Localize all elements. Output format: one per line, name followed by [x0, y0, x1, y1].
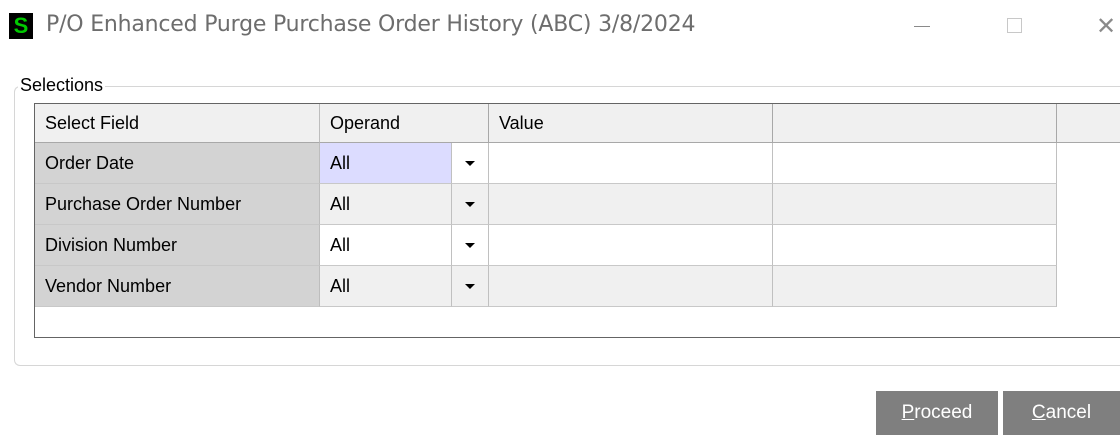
extra-value-field[interactable]: [773, 266, 1057, 307]
minimize-icon[interactable]: [902, 8, 942, 44]
operand-dropdown-button[interactable]: [452, 225, 489, 266]
column-header-blank[interactable]: [773, 104, 1057, 143]
value-field[interactable]: [489, 225, 773, 266]
title-bar: S P/O Enhanced Purge Purchase Order Hist…: [0, 0, 1120, 52]
proceed-button[interactable]: Proceed: [876, 391, 998, 435]
value-field[interactable]: [489, 184, 773, 225]
selections-group-label: Selections: [18, 75, 106, 96]
value-field[interactable]: [489, 266, 773, 307]
chevron-down-icon: [465, 161, 475, 166]
chevron-down-icon: [465, 243, 475, 248]
value-field[interactable]: [489, 143, 773, 184]
column-header-operand[interactable]: Operand: [320, 104, 489, 143]
operand-dropdown-button[interactable]: [452, 266, 489, 307]
operand-select[interactable]: All: [320, 266, 452, 307]
cancel-button[interactable]: Cancel: [1003, 391, 1120, 435]
extra-value-field[interactable]: [773, 225, 1057, 266]
column-header-filler: [1057, 104, 1120, 143]
extra-value-field[interactable]: [773, 184, 1057, 225]
window-title: P/O Enhanced Purge Purchase Order Histor…: [46, 12, 696, 37]
operand-select[interactable]: All: [320, 225, 452, 266]
cancel-label: ancel: [1045, 402, 1092, 423]
cancel-mnemonic: C: [1031, 402, 1046, 423]
operand-dropdown-button[interactable]: [452, 143, 489, 184]
column-header-value[interactable]: Value: [489, 104, 773, 143]
maximize-icon[interactable]: [994, 8, 1034, 44]
proceed-mnemonic: P: [901, 402, 915, 423]
row-select-field[interactable]: Vendor Number: [35, 266, 320, 307]
operand-select[interactable]: All: [320, 143, 452, 184]
selections-grid: Select Field Operand Value Order Date Al…: [34, 103, 1120, 338]
proceed-label: roceed: [914, 402, 973, 423]
row-select-field[interactable]: Purchase Order Number: [35, 184, 320, 225]
close-icon[interactable]: ✕: [1086, 8, 1120, 44]
chevron-down-icon: [465, 284, 475, 289]
extra-value-field[interactable]: [773, 143, 1057, 184]
column-header-select-field[interactable]: Select Field: [35, 104, 320, 143]
operand-select[interactable]: All: [320, 184, 452, 225]
app-logo-icon: S: [9, 13, 33, 39]
row-select-field[interactable]: Order Date: [35, 143, 320, 184]
chevron-down-icon: [465, 202, 475, 207]
operand-dropdown-button[interactable]: [452, 184, 489, 225]
row-select-field[interactable]: Division Number: [35, 225, 320, 266]
